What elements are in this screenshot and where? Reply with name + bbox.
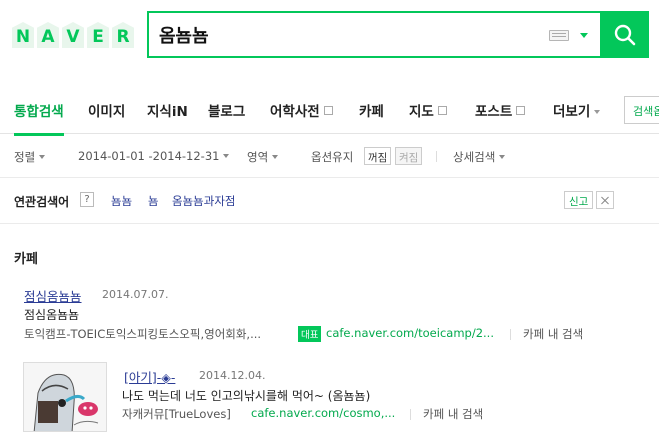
chevron-down-icon bbox=[594, 110, 601, 114]
sort-dropdown[interactable]: 정렬 bbox=[14, 149, 46, 165]
naver-logo[interactable]: N A V E R bbox=[12, 22, 134, 48]
related-title: 연관검색어 bbox=[14, 195, 70, 209]
result-title-link[interactable]: [아기]-◈- bbox=[124, 367, 175, 386]
result-title-link[interactable]: 점심옴뇸뇸 bbox=[24, 286, 82, 305]
chevron-down-icon bbox=[272, 155, 279, 159]
result-url-link[interactable]: cafe.naver.com/cosmo,... bbox=[251, 406, 395, 420]
logo-letter: N bbox=[12, 22, 34, 48]
result-url-link[interactable]: cafe.naver.com/toeicamp/2... bbox=[326, 326, 494, 340]
logo-letter: R bbox=[112, 22, 134, 48]
section-title-cafe: 카페 bbox=[14, 252, 38, 267]
related-keywords: 연관검색어 ? 뇸뇸 뇸 옴뇸뇸과자점 신고 bbox=[0, 178, 659, 224]
search-icon bbox=[614, 24, 635, 45]
tab-cafe[interactable]: 카페 bbox=[359, 100, 384, 120]
keep-option-on-toggle[interactable]: 켜짐 bbox=[395, 147, 423, 165]
tab-kin[interactable]: 지식iN bbox=[147, 100, 188, 120]
keep-option-off-toggle[interactable]: 꺼짐 bbox=[364, 147, 392, 165]
search-tabs: 통합검색 이미지 지식iN 블로그 어학사전 카페 지도 포스트 더보기 검색옵 bbox=[0, 88, 659, 136]
search-input[interactable] bbox=[159, 22, 519, 48]
search-button[interactable] bbox=[600, 11, 649, 58]
divider bbox=[410, 409, 411, 420]
tab-dictionary[interactable]: 어학사전 bbox=[270, 100, 333, 120]
close-icon[interactable] bbox=[596, 191, 614, 209]
tab-more[interactable]: 더보기 bbox=[553, 100, 601, 120]
logo-letter: E bbox=[87, 22, 109, 48]
search-box bbox=[147, 11, 600, 58]
logo-letter: V bbox=[62, 22, 84, 48]
external-link-icon bbox=[437, 106, 447, 115]
autocomplete-toggle-icon[interactable] bbox=[580, 33, 588, 38]
keyboard-icon[interactable] bbox=[549, 30, 569, 41]
cafe-name-link[interactable]: 자캐커뮤[TrueLoves] bbox=[122, 406, 231, 422]
search-option-button[interactable]: 검색옵 bbox=[624, 96, 659, 124]
character-illustration-icon bbox=[24, 363, 106, 431]
cafe-inner-search-link[interactable]: 카페 내 검색 bbox=[523, 326, 583, 342]
filter-bar: 정렬 2014-01-01 -2014-12-31 영역 옵션유지 꺼짐 켜짐 … bbox=[0, 134, 659, 178]
cafe-inner-search-link[interactable]: 카페 내 검색 bbox=[423, 406, 483, 422]
report-button[interactable]: 신고 bbox=[564, 191, 594, 209]
related-keyword[interactable]: 뇸뇸 bbox=[111, 193, 132, 209]
result-thumbnail[interactable] bbox=[23, 362, 107, 432]
external-link-icon bbox=[516, 106, 526, 115]
divider bbox=[510, 329, 511, 340]
representative-badge: 대표 bbox=[298, 326, 322, 342]
chevron-down-icon bbox=[499, 155, 506, 159]
result-description: 점심옴뇸뇸 bbox=[24, 308, 80, 322]
tab-map[interactable]: 지도 bbox=[409, 100, 447, 120]
chevron-down-icon bbox=[223, 154, 230, 158]
result-description: 나도 먹는데 너도 인고의낚시를해 먹어~ (옴뇸뇸) bbox=[122, 389, 371, 403]
logo-letter: A bbox=[37, 22, 59, 48]
result-date: 2014.12.04. bbox=[199, 369, 266, 382]
keep-option-label: 옵션유지 bbox=[311, 150, 354, 164]
area-dropdown[interactable]: 영역 bbox=[247, 149, 279, 165]
tab-post[interactable]: 포스트 bbox=[475, 100, 526, 120]
detail-search-dropdown[interactable]: 상세검색 bbox=[453, 149, 506, 165]
related-keyword[interactable]: 뇸 bbox=[148, 193, 159, 209]
period-dropdown[interactable]: 2014-01-01 -2014-12-31 bbox=[78, 149, 230, 163]
result-date: 2014.07.07. bbox=[102, 288, 169, 301]
divider bbox=[436, 151, 437, 162]
related-keyword[interactable]: 옴뇸뇸과자점 bbox=[172, 193, 235, 209]
tab-integrated[interactable]: 통합검색 bbox=[14, 100, 64, 136]
external-link-icon bbox=[323, 106, 333, 115]
header: N A V E R bbox=[0, 0, 659, 88]
help-icon[interactable]: ? bbox=[80, 192, 94, 207]
cafe-name-link[interactable]: 토익캠프-TOEIC토익스피킹토스오픽,영어회화,... bbox=[24, 326, 286, 342]
tab-images[interactable]: 이미지 bbox=[88, 100, 125, 120]
tab-blog[interactable]: 블로그 bbox=[208, 100, 245, 120]
chevron-down-icon bbox=[39, 155, 46, 159]
